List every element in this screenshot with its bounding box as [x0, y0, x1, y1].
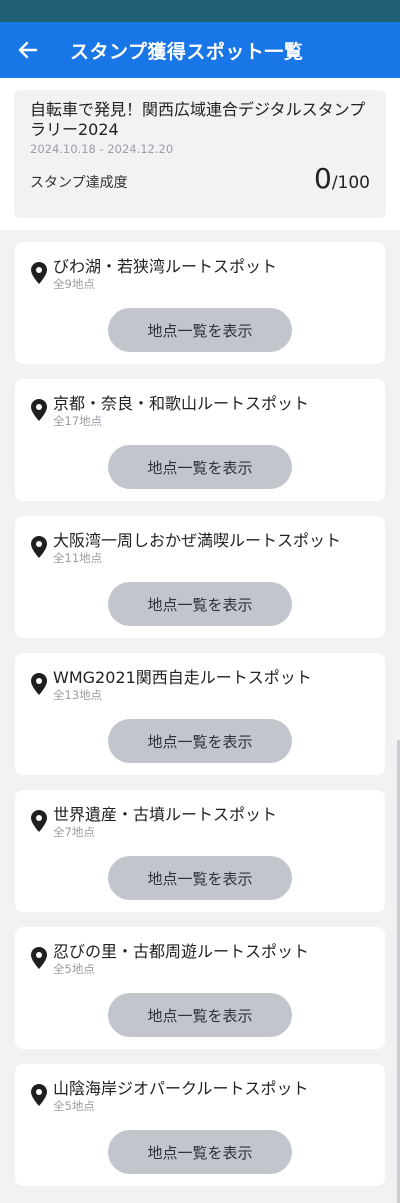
- route-card: 京都・奈良・和歌山ルートスポット 全17地点地点一覧を表示: [15, 379, 385, 501]
- location-pin-icon: [31, 810, 47, 832]
- show-spot-list-button[interactable]: 地点一覧を表示: [108, 993, 292, 1037]
- location-pin-icon: [31, 947, 47, 969]
- route-spot-count: 全5地点: [53, 962, 95, 976]
- route-list: びわ湖・若狭湾ルートスポット 全9地点 地点一覧を表示 京都・奈良・和歌山ルートスポッ…: [0, 230, 400, 1186]
- route-spot-count: 全5地点: [53, 1099, 95, 1113]
- show-spot-list-button[interactable]: 地点一覧を表示: [108, 1130, 292, 1174]
- location-pin-icon: [31, 1084, 47, 1106]
- show-spot-list-button[interactable]: 地点一覧を表示: [108, 582, 292, 626]
- progress-label: スタンプ達成度: [30, 175, 128, 191]
- route-spot-count: 全9地点: [53, 277, 95, 291]
- event-card: 自転車で発見！関西広域連合デジタルスタンプラリー2024 2024.10.18 …: [14, 90, 386, 218]
- route-name: 世界遺産・古墳ルートスポット: [53, 805, 278, 824]
- route-spot-count: 全11地点: [53, 551, 103, 565]
- location-pin-icon: [31, 262, 47, 284]
- route-card: 山陰海岸ジオパークルートスポット 全5地点地点一覧を表示: [15, 1064, 385, 1186]
- location-pin-icon: [31, 536, 47, 558]
- route-card: WMG2021関西自走ルートスポット 全13地点地点一覧を表示: [15, 653, 385, 775]
- show-spot-list-button[interactable]: 地点一覧を表示: [108, 445, 292, 489]
- progress-current: 0: [313, 162, 332, 195]
- event-title: 自転車で発見！関西広域連合デジタルスタンプラリー2024: [30, 100, 366, 139]
- show-spot-list-button[interactable]: 地点一覧を表示: [108, 856, 292, 900]
- event-dates: 2024.10.18 - 2024.12.20: [30, 142, 174, 156]
- show-spot-list-button[interactable]: 地点一覧を表示: [108, 308, 292, 352]
- show-spot-list-button[interactable]: 地点一覧を表示: [108, 719, 292, 763]
- back-button[interactable]: [16, 38, 40, 62]
- route-card: 忍びの里・古都周遊ルートスポット 全5地点地点一覧を表示: [15, 927, 385, 1049]
- app-bar: スタンプ獲得スポット一覧: [0, 22, 400, 78]
- route-name: 京都・奈良・和歌山ルートスポット: [53, 394, 310, 413]
- progress-total: 100: [337, 173, 370, 193]
- route-spot-count: 全13地点: [53, 688, 103, 702]
- route-spot-count: 全7地点: [53, 825, 95, 839]
- route-name: 忍びの里・古都周遊ルートスポット: [53, 942, 310, 961]
- route-name: WMG2021関西自走ルートスポット: [53, 668, 312, 687]
- route-spot-count: 全17地点: [53, 414, 103, 428]
- route-name: 山陰海岸ジオパークルートスポット: [53, 1079, 309, 1098]
- route-name: 大阪湾一周しおかぜ満喫ルートスポット: [53, 531, 342, 550]
- event-summary: 自転車で発見！関西広域連合デジタルスタンプラリー2024 2024.10.18 …: [0, 78, 400, 230]
- route-card: 大阪湾一周しおかぜ満喫ルートスポット 全11地点地点一覧を表示: [15, 516, 385, 638]
- route-card: 世界遺産・古墳ルートスポット 全7地点地点一覧を表示: [15, 790, 385, 912]
- location-pin-icon: [31, 673, 47, 695]
- route-card: びわ湖・若狭湾ルートスポット 全9地点地点一覧を表示: [15, 242, 385, 364]
- route-name: びわ湖・若狭湾ルートスポット: [53, 257, 278, 276]
- arrow-left-icon: [18, 41, 38, 59]
- status-bar: [0, 0, 400, 22]
- progress-value: 0/100: [314, 162, 370, 195]
- page-title: スタンプ獲得スポット一覧: [70, 40, 304, 63]
- location-pin-icon: [31, 399, 47, 421]
